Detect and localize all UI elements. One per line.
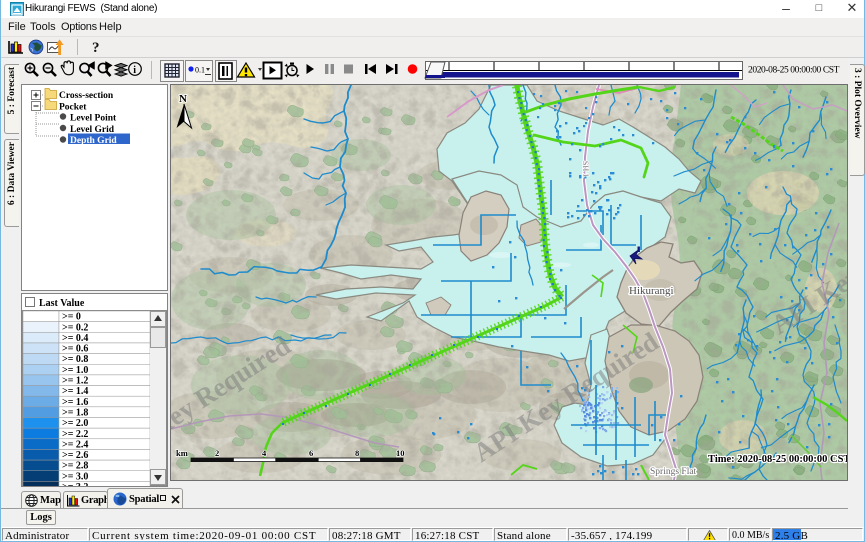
svg-text:i: i xyxy=(133,65,136,76)
svg-text:Time: 2020-08-25 00:00:00 CST: Time: 2020-08-25 00:00:00 CST xyxy=(708,454,847,465)
svg-text:>= 1.6: >= 1.6 xyxy=(62,397,88,408)
svg-text:10: 10 xyxy=(396,448,405,458)
svg-text:>= 3.0: >= 3.0 xyxy=(62,471,88,482)
svg-text:>= 2.2: >= 2.2 xyxy=(62,429,88,440)
svg-text:2020-08-25 00:00:00 CST: 2020-08-25 00:00:00 CST xyxy=(748,66,840,76)
svg-text:Hikurangi: Hikurangi xyxy=(629,285,674,297)
svg-text:>= 0.2: >= 0.2 xyxy=(62,322,88,333)
svg-text:2: 2 xyxy=(215,448,219,458)
svg-text:>= 2.6: >= 2.6 xyxy=(62,450,88,461)
svg-text:Level Grid: Level Grid xyxy=(70,125,115,135)
svg-text:?: ? xyxy=(92,40,100,56)
svg-text:>= 0.4: >= 0.4 xyxy=(62,333,88,344)
svg-text:>= 0.8: >= 0.8 xyxy=(62,354,88,365)
svg-text:>= 2.4: >= 2.4 xyxy=(62,439,88,450)
svg-text:Pocket: Pocket xyxy=(59,103,87,113)
svg-text:Cross-section: Cross-section xyxy=(59,91,114,101)
svg-text:>= 3.2: >= 3.2 xyxy=(62,482,88,486)
svg-text:Springs Flat: Springs Flat xyxy=(650,467,697,477)
svg-text:>= 2.8: >= 2.8 xyxy=(62,461,88,472)
svg-text:8: 8 xyxy=(355,448,359,458)
svg-text:>= 1.8: >= 1.8 xyxy=(62,407,88,418)
svg-text:0.1: 0.1 xyxy=(195,66,205,75)
svg-text:N: N xyxy=(179,93,187,105)
svg-text:SH 1: SH 1 xyxy=(581,161,591,178)
svg-text:>= 0: >= 0 xyxy=(62,312,81,323)
svg-text:>= 1.0: >= 1.0 xyxy=(62,365,88,376)
svg-text:>= 1.2: >= 1.2 xyxy=(62,376,88,387)
svg-text:Level Point: Level Point xyxy=(70,114,117,124)
svg-text:6: 6 xyxy=(309,448,313,458)
svg-text:km: km xyxy=(176,448,188,458)
svg-text:>= 2.0: >= 2.0 xyxy=(62,418,88,429)
svg-text:>= 1.4: >= 1.4 xyxy=(62,386,88,397)
svg-text:Depth Grid: Depth Grid xyxy=(70,136,117,146)
svg-text:>= 0.6: >= 0.6 xyxy=(62,344,88,355)
svg-text:Last Value: Last Value xyxy=(39,298,85,309)
